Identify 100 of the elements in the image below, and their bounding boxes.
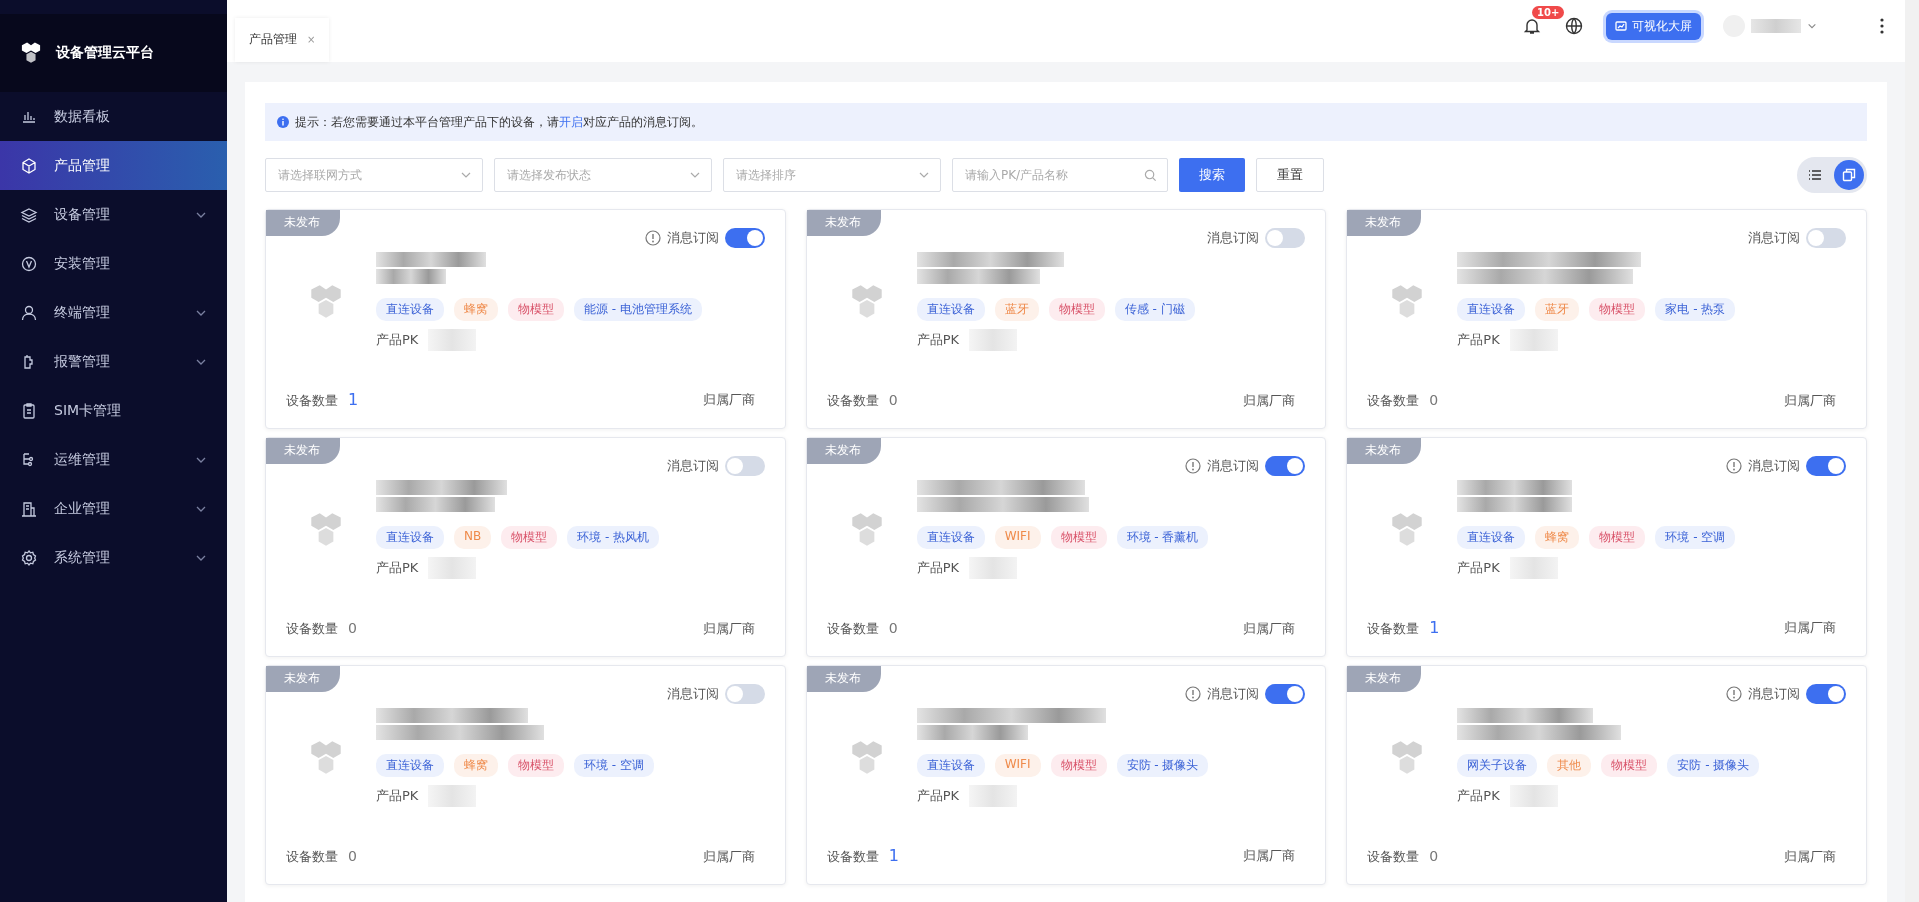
tag: 环境 - 热风机 bbox=[567, 526, 660, 549]
product-card[interactable]: 未发布 消息订阅 直连设备 蓝牙 物模型 家电 - 热泵 产品PK 设备数量 0 归属厂商 bbox=[1346, 209, 1867, 429]
card-view-button[interactable] bbox=[1834, 160, 1864, 190]
vendor-label: 归属厂商 bbox=[702, 391, 755, 409]
tag: 其他 bbox=[1547, 754, 1592, 777]
blurred-pk bbox=[428, 785, 477, 807]
copy-icon bbox=[1842, 168, 1856, 182]
vendor-label: 归属厂商 bbox=[1784, 619, 1836, 637]
tag: 物模型 bbox=[1589, 298, 1646, 321]
subscription-toggle[interactable] bbox=[1806, 456, 1846, 476]
blurred-pk bbox=[1509, 329, 1558, 351]
device-count: 0 bbox=[888, 620, 898, 636]
pk-label: 产品PK bbox=[916, 331, 960, 349]
search-field[interactable]: 请输入PK/产品名称 bbox=[952, 158, 1168, 192]
app-title: 设备管理云平台 bbox=[56, 44, 154, 62]
tag: 直连设备 bbox=[916, 298, 985, 321]
blurred-pk bbox=[969, 557, 1018, 579]
vendor-label: 归属厂商 bbox=[1243, 392, 1296, 410]
reset-button[interactable]: 重置 bbox=[1256, 158, 1324, 192]
product-card[interactable]: 未发布 消息订阅 直连设备 NB 物模型 环境 - 热风机 产品PK 设备数量 0 归属厂商 bbox=[265, 437, 786, 657]
subscription-toggle[interactable] bbox=[1806, 684, 1846, 704]
device-count: 0 bbox=[1429, 392, 1439, 408]
sidebar-item[interactable]: SIM卡管理 bbox=[0, 386, 227, 435]
status-label: 未发布 bbox=[266, 666, 340, 692]
subscription-label: 消息订阅 bbox=[1748, 685, 1800, 703]
vendor-label: 归属厂商 bbox=[1784, 392, 1836, 410]
tag: 直连设备 bbox=[916, 754, 985, 777]
tag: 蜂窝 bbox=[454, 298, 498, 321]
status-label: 未发布 bbox=[806, 666, 881, 692]
device-count-label: 设备数量 bbox=[826, 620, 879, 638]
sidebar-item[interactable]: 运维管理 bbox=[0, 435, 227, 484]
tag: 蜂窝 bbox=[454, 754, 498, 777]
enable-link[interactable]: 开启 bbox=[559, 114, 583, 129]
tag: 物模型 bbox=[1050, 526, 1107, 549]
device-count: 1 bbox=[888, 846, 899, 865]
subscription-label: 消息订阅 bbox=[666, 457, 719, 475]
bell-icon[interactable] bbox=[1522, 16, 1542, 36]
sidebar-item[interactable]: 安装管理 bbox=[0, 239, 227, 288]
subscription-toggle[interactable] bbox=[1265, 228, 1306, 248]
device-count-label: 设备数量 bbox=[286, 392, 338, 410]
tag: 物模型 bbox=[1601, 754, 1658, 777]
subscription-toggle[interactable] bbox=[724, 228, 765, 248]
subscription-toggle[interactable] bbox=[1265, 684, 1306, 704]
notice-text: 提示：若您需要通过本平台管理产品下的设备，请开启对应产品的消息订阅。 bbox=[295, 113, 703, 131]
sidebar-item[interactable]: 企业管理 bbox=[0, 484, 227, 533]
sidebar-item[interactable]: 报警管理 bbox=[0, 337, 227, 386]
select-field[interactable]: 请选择发布状态 bbox=[494, 158, 712, 192]
sidebar-item[interactable]: 系统管理 bbox=[0, 533, 227, 582]
search-button[interactable]: 搜索 bbox=[1179, 158, 1245, 192]
subscription-toggle[interactable] bbox=[1806, 228, 1846, 248]
tag: 直连设备 bbox=[376, 298, 444, 321]
page-tab[interactable]: 产品管理 × bbox=[235, 18, 330, 62]
vendor-label: 归属厂商 bbox=[1243, 847, 1296, 865]
product-card[interactable]: 未发布 消息订阅 直连设备 蜂窝 物模型 环境 - 空调 产品PK 设备数量 0 归属厂商 bbox=[265, 665, 786, 885]
subscription-toggle[interactable] bbox=[724, 456, 765, 476]
device-count-label: 设备数量 bbox=[286, 848, 338, 866]
select-field[interactable]: 请选择联网方式 bbox=[265, 158, 483, 192]
tag: 物模型 bbox=[508, 298, 564, 321]
gear-icon bbox=[20, 548, 38, 567]
product-card[interactable]: 未发布 消息订阅 网关子设备 其他 物模型 安防 - 摄像头 产品PK 设备数量 0 归属厂商 bbox=[1346, 665, 1867, 885]
warning-icon bbox=[1726, 686, 1742, 702]
device-count: 0 bbox=[1429, 848, 1439, 864]
product-card[interactable]: 未发布 消息订阅 直连设备 WIFI 物模型 安防 - 摄像头 产品PK 设备数量 1 归属厂商 bbox=[805, 665, 1327, 885]
pk-label: 产品PK bbox=[916, 559, 960, 577]
big-screen-button[interactable]: 可视化大屏 bbox=[1606, 12, 1701, 40]
subscription-label: 消息订阅 bbox=[666, 685, 719, 703]
sidebar-item[interactable]: 产品管理 bbox=[0, 141, 227, 190]
subscription-toggle[interactable] bbox=[724, 684, 765, 704]
subscription-label: 消息订阅 bbox=[1748, 229, 1800, 247]
subscription-label: 消息订阅 bbox=[1207, 685, 1260, 703]
warning-icon bbox=[1185, 458, 1202, 474]
globe-icon[interactable] bbox=[1564, 16, 1584, 36]
select-field[interactable]: 请选择排序 bbox=[723, 158, 941, 192]
subscription-label: 消息订阅 bbox=[1207, 229, 1260, 247]
warning-icon bbox=[1185, 686, 1202, 702]
sidebar-item[interactable]: 设备管理 bbox=[0, 190, 227, 239]
more-icon[interactable] bbox=[1879, 17, 1885, 35]
vendor-label: 归属厂商 bbox=[1784, 848, 1836, 866]
product-card[interactable]: 未发布 消息订阅 直连设备 蓝牙 物模型 传感 - 门磁 产品PK 设备数量 0 归属厂商 bbox=[805, 209, 1327, 429]
status-label: 未发布 bbox=[266, 210, 340, 236]
tag: 家电 - 热泵 bbox=[1655, 298, 1736, 321]
product-card[interactable]: 未发布 消息订阅 直连设备 蜂窝 物模型 能源 - 电池管理系统 产品PK 设备数量 1 归属厂商 bbox=[265, 209, 786, 429]
tag: 安防 - 摄像头 bbox=[1116, 754, 1209, 777]
device-count: 0 bbox=[888, 392, 898, 408]
product-card[interactable]: 未发布 消息订阅 直连设备 WIFI 物模型 环境 - 香薰机 产品PK 设备数量 0 归属厂商 bbox=[805, 437, 1327, 657]
tag: 安防 - 摄像头 bbox=[1667, 754, 1760, 777]
status-label: 未发布 bbox=[806, 210, 881, 236]
chevron-icon bbox=[1807, 21, 1817, 31]
device-count-label: 设备数量 bbox=[826, 392, 879, 410]
status-label: 未发布 bbox=[1347, 438, 1422, 464]
device-count: 1 bbox=[1429, 618, 1440, 637]
product-card[interactable]: 未发布 消息订阅 直连设备 蜂窝 物模型 环境 - 空调 产品PK 设备数量 1 归属厂商 bbox=[1346, 437, 1867, 657]
tag: 直连设备 bbox=[916, 526, 985, 549]
sidebar-item[interactable]: 终端管理 bbox=[0, 288, 227, 337]
search-icon[interactable] bbox=[1144, 169, 1157, 182]
sidebar-item[interactable]: 数据看板 bbox=[0, 92, 227, 141]
building-icon bbox=[20, 499, 38, 518]
subscription-toggle[interactable] bbox=[1265, 456, 1306, 476]
subscription-label: 消息订阅 bbox=[1207, 457, 1260, 475]
user-icon bbox=[20, 303, 38, 322]
